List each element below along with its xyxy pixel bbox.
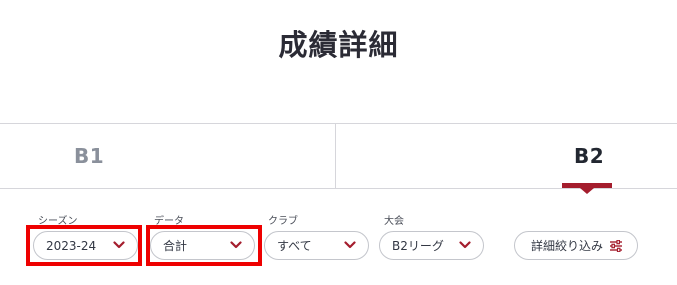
active-tab-caret [580,188,594,194]
detail-filter-button[interactable]: 詳細絞り込み [514,231,638,260]
filter-sliders-icon [610,240,622,252]
tab-b1[interactable]: B1 [0,124,335,188]
club-select[interactable]: すべて [264,231,369,260]
tournament-select[interactable]: B2リーグ [379,231,484,260]
league-tabs: B1 B2 [0,123,677,194]
data-select[interactable]: 合計 [150,231,255,260]
tab-b1-label: B1 [74,144,105,168]
tournament-select-value: B2リーグ [392,239,444,253]
tab-b2[interactable]: B2 [336,124,677,188]
season-select-value: 2023-24 [46,238,97,253]
club-select-value: すべて [277,239,312,253]
season-filter-label: シーズン [38,216,78,227]
chevron-down-icon [113,241,125,249]
data-select-value: 合計 [163,239,188,253]
chevron-down-icon [459,241,471,249]
chevron-down-icon [230,241,242,249]
tab-b2-label: B2 [574,144,605,168]
club-filter-label: クラブ [268,216,298,227]
detail-filter-label: 詳細絞り込み [531,239,604,253]
data-filter-label: データ [154,216,184,227]
tournament-filter-label: 大会 [384,216,404,227]
season-select[interactable]: 2023-24 [33,231,138,260]
page-title: 成績詳細 [278,28,399,62]
chevron-down-icon [344,241,356,249]
stats-detail-page: 成績詳細 B1 B2 シーズン 2023-24 データ 合計 クラブ すべて 大… [0,0,677,285]
